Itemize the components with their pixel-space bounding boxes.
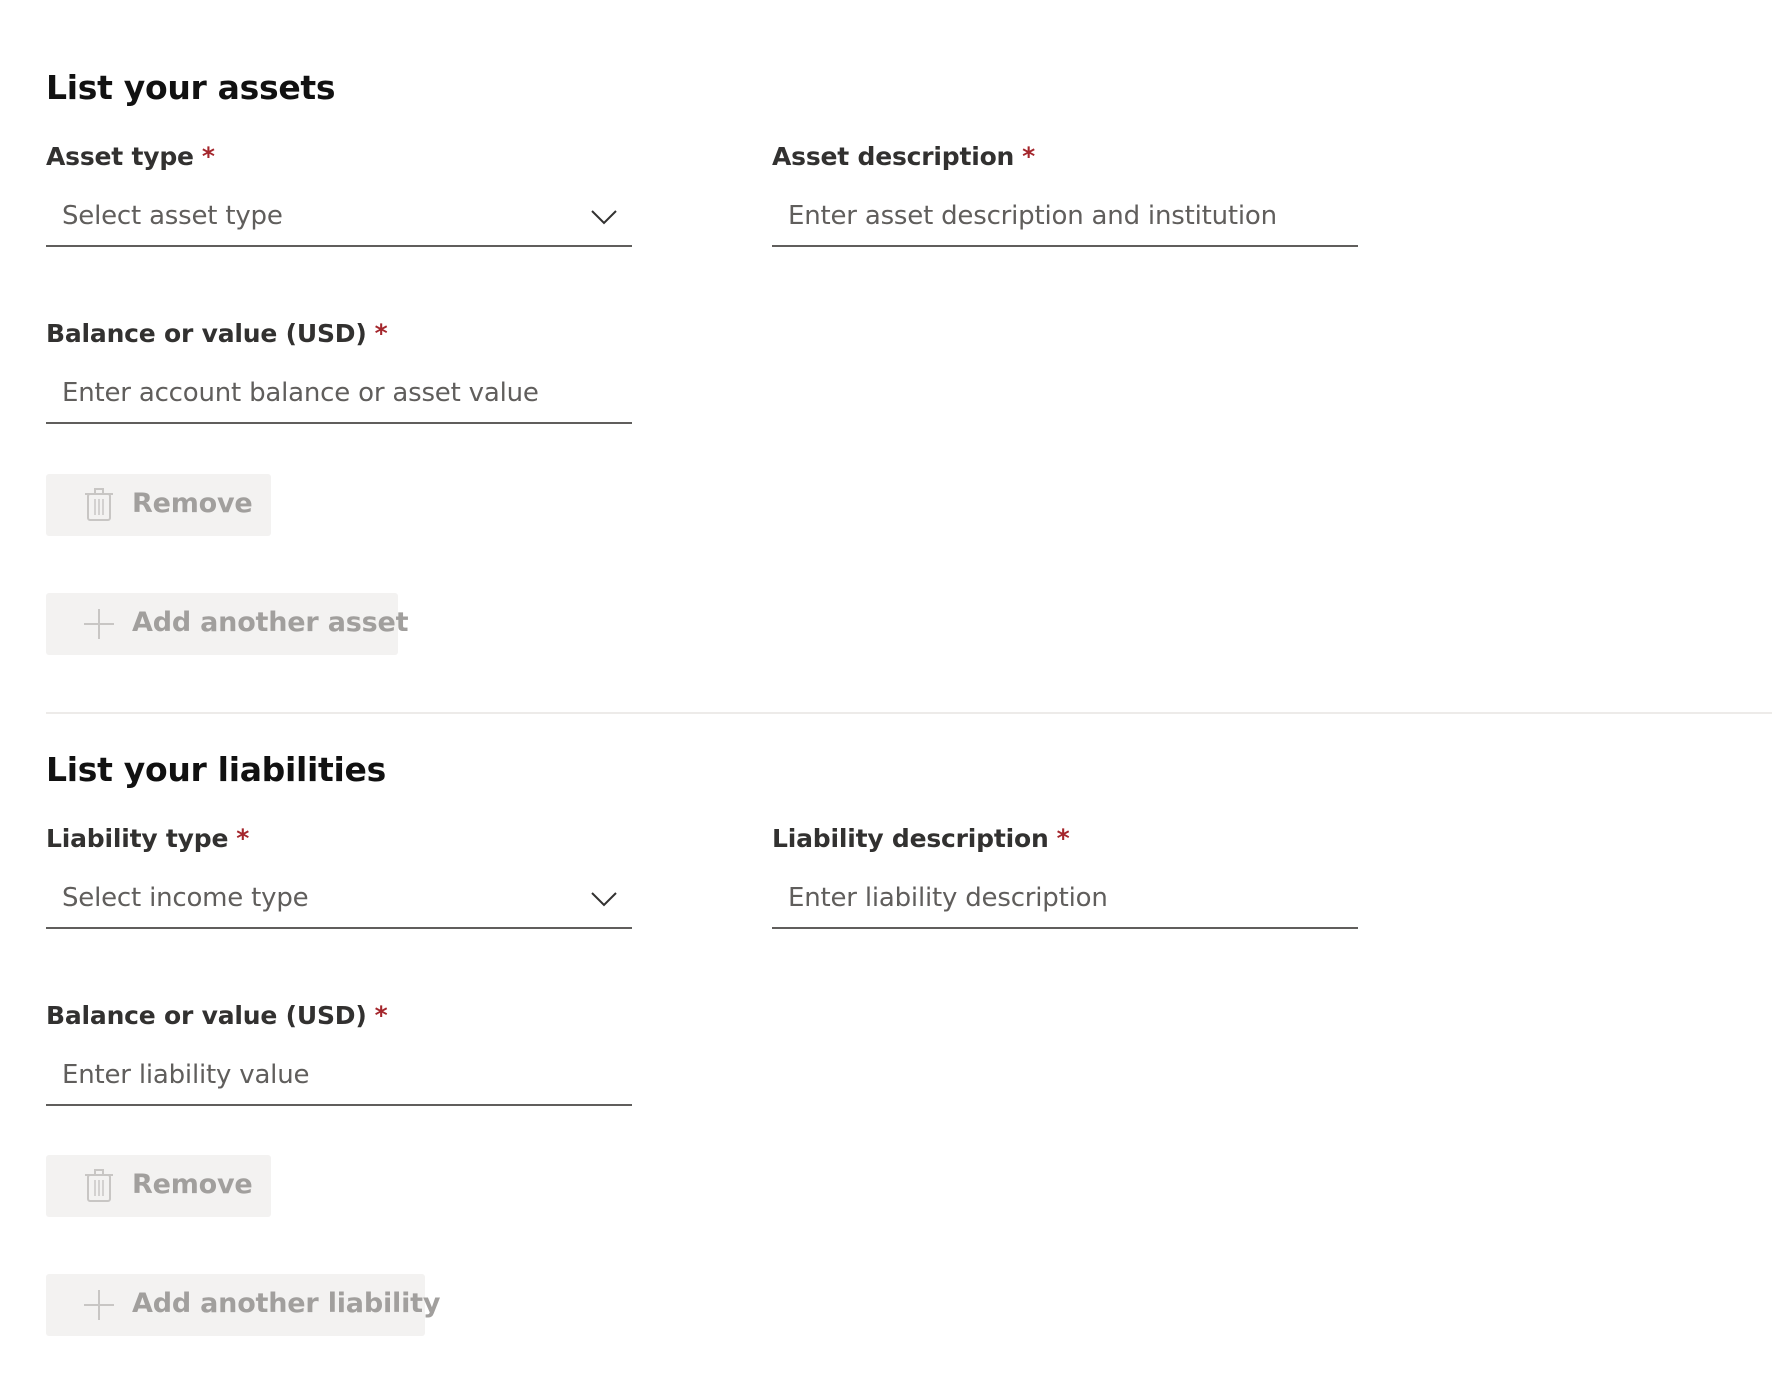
remove-liability-label: Remove [132, 1169, 253, 1200]
trash-icon [85, 488, 113, 521]
required-marker: * [201, 142, 215, 171]
asset-type-dropdown[interactable]: Select asset type [46, 193, 632, 247]
chevron-down-icon [591, 892, 617, 907]
liability-type-label: Liability type * [46, 824, 249, 853]
liability-description-placeholder: Enter liability description [788, 883, 1108, 913]
plus-icon [84, 1290, 114, 1320]
required-marker: * [1022, 142, 1036, 171]
required-marker: * [374, 1001, 388, 1030]
asset-balance-input[interactable]: Enter account balance or asset value [46, 370, 632, 424]
asset-type-label: Asset type * [46, 142, 215, 171]
trash-icon [85, 1169, 113, 1202]
asset-balance-label: Balance or value (USD) * [46, 319, 388, 348]
remove-liability-button[interactable]: Remove [46, 1155, 271, 1217]
add-asset-label: Add another asset [132, 607, 409, 638]
add-asset-button[interactable]: Add another asset [46, 593, 408, 655]
liability-balance-input[interactable]: Enter liability value [46, 1052, 632, 1106]
liability-type-placeholder: Select income type [62, 883, 309, 913]
liability-balance-label: Balance or value (USD) * [46, 1001, 388, 1030]
required-marker: * [236, 824, 250, 853]
remove-asset-button[interactable]: Remove [46, 474, 271, 536]
liability-description-label: Liability description * [772, 824, 1070, 853]
liability-description-input[interactable]: Enter liability description [772, 875, 1358, 929]
add-liability-label: Add another liability [132, 1288, 441, 1319]
asset-description-placeholder: Enter asset description and institution [788, 201, 1277, 231]
asset-type-placeholder: Select asset type [62, 201, 283, 231]
liability-balance-placeholder: Enter liability value [62, 1060, 310, 1090]
plus-icon [84, 609, 114, 639]
liabilities-heading: List your liabilities [46, 750, 386, 789]
liability-type-dropdown[interactable]: Select income type [46, 875, 632, 929]
assets-heading: List your assets [46, 68, 336, 107]
asset-description-label: Asset description * [772, 142, 1035, 171]
assets-section: List your assets Asset type * Select asse… [46, 0, 1772, 700]
asset-description-label-text: Asset description [772, 142, 1015, 171]
add-liability-button[interactable]: Add another liability [46, 1274, 440, 1336]
remove-asset-label: Remove [132, 488, 253, 519]
asset-balance-placeholder: Enter account balance or asset value [62, 378, 539, 408]
asset-type-label-text: Asset type [46, 142, 194, 171]
liability-balance-label-text: Balance or value (USD) [46, 1001, 367, 1030]
asset-balance-label-text: Balance or value (USD) [46, 319, 367, 348]
asset-description-input[interactable]: Enter asset description and institution [772, 193, 1358, 247]
required-marker: * [374, 319, 388, 348]
liabilities-section: List your liabilities Liability type * Se… [46, 680, 1772, 1388]
required-marker: * [1056, 824, 1070, 853]
chevron-down-icon [591, 210, 617, 225]
liability-description-label-text: Liability description [772, 824, 1049, 853]
liability-type-label-text: Liability type [46, 824, 229, 853]
